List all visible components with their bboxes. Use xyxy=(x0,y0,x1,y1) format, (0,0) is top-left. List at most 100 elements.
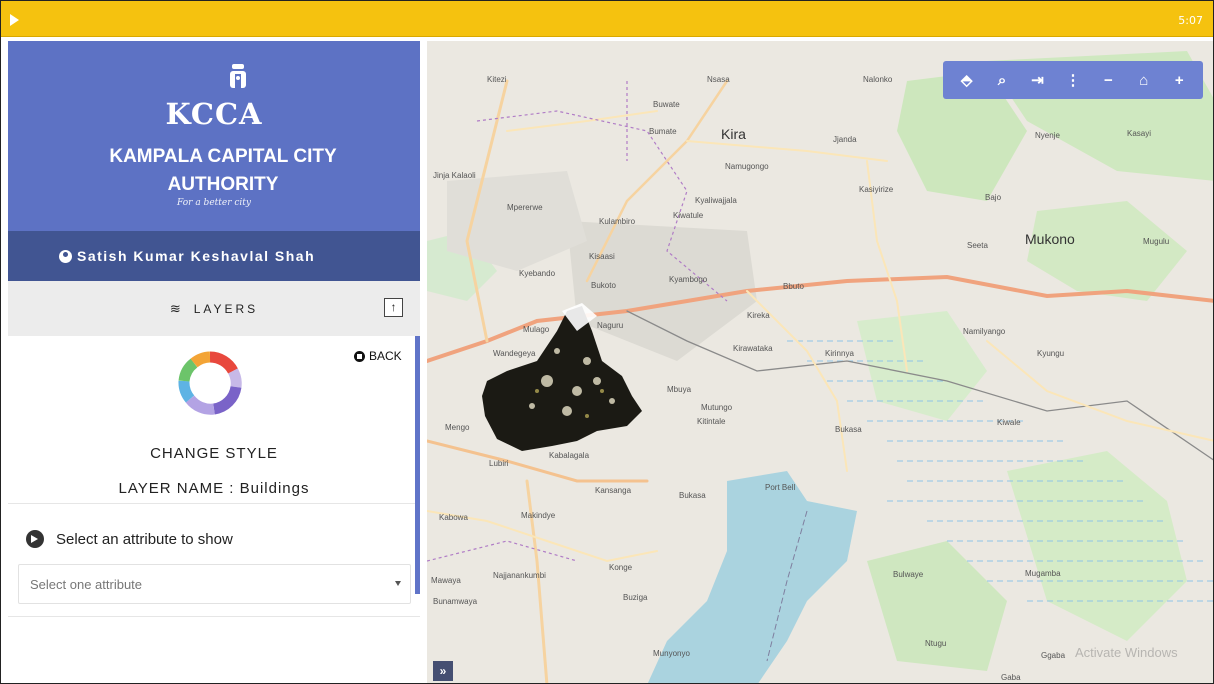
collapse-up-button[interactable]: ↑ xyxy=(384,298,403,317)
map-place-label: Mugamba xyxy=(1025,569,1061,578)
map-place-label: Buwate xyxy=(653,100,680,109)
map-place-label: Ggaba xyxy=(1041,651,1066,660)
zoom-out-icon[interactable]: − xyxy=(1094,66,1122,94)
eraser-icon[interactable]: ⬘ xyxy=(953,66,981,94)
divider xyxy=(8,616,420,617)
map-place-label: Kitezi xyxy=(487,75,507,84)
sidebar-scrollbar[interactable] xyxy=(415,336,420,594)
brand-short-name: KCCA xyxy=(165,97,263,131)
app-frame: 5:07 KCCA KAMPALA CAPITAL CITY AUTHORITY… xyxy=(0,0,1214,684)
map-place-label: Bajo xyxy=(985,193,1002,202)
map-place-label: Port Bell xyxy=(765,483,796,492)
zoom-in-icon[interactable]: + xyxy=(1165,66,1193,94)
map-place-label: Konge xyxy=(609,563,633,572)
sign-in-icon[interactable]: ⇥ xyxy=(1024,66,1052,94)
map-place-label: Mengo xyxy=(445,423,470,432)
map-place-label: Kireka xyxy=(747,311,770,320)
map-place-label: Nsasa xyxy=(707,75,730,84)
map-place-label: Kiwale xyxy=(997,418,1021,427)
back-icon xyxy=(354,350,365,362)
map-place-label: Wandegeya xyxy=(493,349,536,358)
user-icon xyxy=(59,249,72,263)
layer-name-label: LAYER NAME : Buildings xyxy=(118,480,310,497)
map-place-label: Ntugu xyxy=(925,639,947,648)
map-place-label: Bumate xyxy=(649,127,677,136)
map-place-label: Bukasa xyxy=(679,491,706,500)
zoom-search-icon[interactable]: ⌕ xyxy=(988,66,1016,94)
map-place-label: Lubiri xyxy=(489,459,509,468)
map-place-label: Kitintale xyxy=(697,417,726,426)
brand-full-name: KAMPALA CAPITAL CITY AUTHORITY xyxy=(109,146,337,195)
sidebar: KCCA KAMPALA CAPITAL CITY AUTHORITY For … xyxy=(8,41,420,683)
map-place-label: Kasiyirize xyxy=(859,185,894,194)
map-place-label: Bulwaye xyxy=(893,570,924,579)
more-vertical-icon[interactable]: ⋮ xyxy=(1059,66,1087,94)
map-place-label: Kirawataka xyxy=(733,344,773,353)
map-place-label: Namilyango xyxy=(963,327,1006,336)
user-name: Satish Kumar Keshavlal Shah xyxy=(77,248,316,264)
map-place-label: Jjanda xyxy=(833,135,857,144)
map-place-label: Kasayi xyxy=(1127,129,1152,138)
map-place-label: Namugongo xyxy=(725,162,769,171)
map-place-label: Kyambogo xyxy=(669,275,708,284)
kcca-logo-icon xyxy=(230,64,246,88)
map-place-label: Kira xyxy=(721,126,746,142)
arrow-circle-right-icon xyxy=(26,530,44,548)
map-place-label: Mutungo xyxy=(701,403,733,412)
style-donut-icon xyxy=(178,351,242,415)
back-button[interactable]: BACK xyxy=(354,349,402,363)
map-place-label: Kyebando xyxy=(519,269,556,278)
attribute-select-value: Select one attribute xyxy=(30,576,143,592)
map-place-label: Gaba xyxy=(1001,673,1021,682)
map-place-label: Bunamwaya xyxy=(433,597,478,606)
map-place-label: Kirinnya xyxy=(825,349,854,358)
map-place-label: Kabowa xyxy=(439,513,468,522)
change-style-title: CHANGE STYLE xyxy=(150,445,278,462)
map-place-label: Buziga xyxy=(623,593,648,602)
caret-down-icon xyxy=(395,581,401,586)
map-place-label: Mpererwe xyxy=(507,203,543,212)
expand-sidebar-button[interactable]: » xyxy=(433,661,453,681)
back-label: BACK xyxy=(369,349,402,363)
map-place-label: Bukasa xyxy=(835,425,862,434)
map-place-label: Mugulu xyxy=(1143,237,1170,246)
map-place-label: Makindye xyxy=(521,511,556,520)
map-place-label: Bbuto xyxy=(783,282,804,291)
map-place-label: Mawaya xyxy=(431,576,461,585)
map-place-label: Kansanga xyxy=(595,486,632,495)
brand-header: KCCA KAMPALA CAPITAL CITY AUTHORITY For … xyxy=(8,41,420,231)
map-place-label: Kulambiro xyxy=(599,217,636,226)
map-place-label: Najjanankumbi xyxy=(493,571,546,580)
map-place-label: Kyaliwajjala xyxy=(695,196,737,205)
map-place-label: Jinja Kalaoli xyxy=(433,171,476,180)
map-place-label: Bukoto xyxy=(591,281,616,290)
map-view[interactable]: Kitezi Nsasa Nalonko Buwate Bumate Kira … xyxy=(427,41,1213,683)
map-place-label: Seeta xyxy=(967,241,988,250)
map-toolbar: ⬘ ⌕ ⇥ ⋮ − ⌂ + xyxy=(943,61,1203,99)
map-place-label: Kiwatule xyxy=(673,211,704,220)
map-place-label: Mulago xyxy=(523,325,550,334)
layers-title: LAYERS xyxy=(193,301,259,316)
attribute-heading-text: Select an attribute to show xyxy=(56,530,233,548)
status-bar: 5:07 xyxy=(1,1,1213,37)
map-place-label: Nyenje xyxy=(1035,131,1060,140)
windows-watermark: Activate Windows xyxy=(1075,645,1178,660)
brand-tagline: For a better city xyxy=(177,198,251,208)
map-place-label: Mukono xyxy=(1025,231,1075,247)
map-place-label: Kyungu xyxy=(1037,349,1065,358)
status-clock: 5:07 xyxy=(1178,14,1203,27)
map-place-label: Kisaasi xyxy=(589,252,615,261)
map-place-label: Munyonyo xyxy=(653,649,690,658)
map-place-label: Mbuya xyxy=(667,385,692,394)
map-place-label: Nalonko xyxy=(863,75,893,84)
attribute-select[interactable]: Select one attribute xyxy=(18,564,411,604)
layers-header[interactable]: ≋ LAYERS ↑ xyxy=(8,281,420,336)
map-place-label: Kabalagala xyxy=(549,451,590,460)
play-icon xyxy=(10,14,19,26)
home-icon[interactable]: ⌂ xyxy=(1130,66,1158,94)
map-canvas xyxy=(427,51,1213,683)
user-bar[interactable]: Satish Kumar Keshavlal Shah xyxy=(8,231,420,281)
layers-icon: ≋ xyxy=(169,300,184,316)
divider xyxy=(8,503,420,504)
map-place-label: Naguru xyxy=(597,321,624,330)
